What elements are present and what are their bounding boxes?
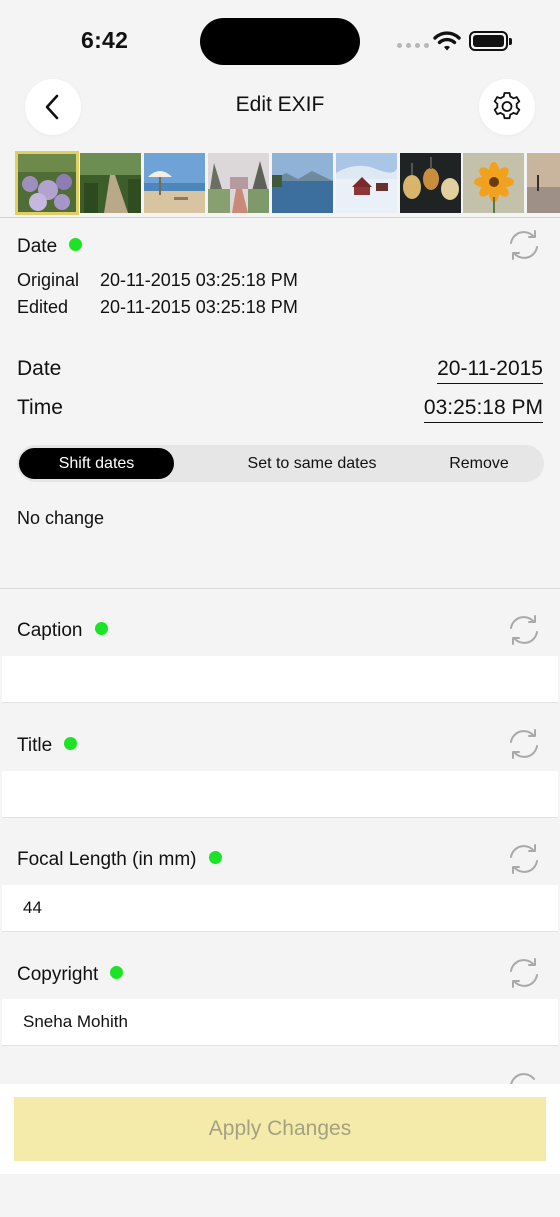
copyright-input[interactable]: Sneha Mohith	[2, 999, 558, 1046]
battery-icon	[469, 31, 512, 51]
thumbnail-snow-cabin[interactable]	[336, 153, 397, 213]
status-dot	[208, 851, 222, 864]
thumbnail-forest-path[interactable]	[80, 153, 141, 213]
lanterns-photo-icon	[400, 153, 461, 213]
caption-label: Caption	[17, 620, 108, 642]
thumbnail-sunset-beach[interactable]	[527, 153, 560, 213]
thumbnail-yellow-flower[interactable]	[463, 153, 524, 213]
original-date-row: Original 20-11-2015 03:25:18 PM	[17, 270, 298, 291]
title-label: Title	[17, 735, 78, 757]
tree-walkway-photo-icon	[208, 153, 269, 213]
wifi-icon	[433, 31, 461, 51]
copyright-label: Copyright	[17, 964, 124, 986]
thumbnail-beach-umbrella[interactable]	[144, 153, 205, 213]
focal-length-title: Focal Length (in mm)	[17, 849, 197, 870]
title-title: Title	[17, 735, 53, 756]
sync-icon[interactable]	[507, 728, 541, 760]
segment-set-same-dates[interactable]: Set to same dates	[204, 448, 420, 479]
date-section-title: Date	[17, 236, 58, 257]
date-picker[interactable]: 20-11-2015	[437, 357, 543, 384]
thumbnail-lake-mountain[interactable]	[272, 153, 333, 213]
segment-remove[interactable]: Remove	[425, 448, 533, 479]
divider	[0, 588, 560, 589]
status-bar: 6:42	[0, 0, 560, 80]
date-change-status: No change	[17, 508, 105, 528]
apply-changes-button[interactable]: Apply Changes	[14, 1097, 546, 1161]
status-dot	[110, 966, 124, 979]
caption-title: Caption	[17, 620, 83, 641]
focal-length-input[interactable]: 44	[2, 885, 558, 932]
snow-cabin-photo-icon	[336, 153, 397, 213]
beach-umbrella-photo-icon	[144, 153, 205, 213]
focal-length-label: Focal Length (in mm)	[17, 849, 222, 871]
edited-label: Edited	[17, 297, 69, 317]
status-dot	[69, 238, 83, 251]
date-label: Date	[17, 357, 62, 380]
photo-thumbnail-strip	[0, 151, 560, 215]
flowers-garden-photo-icon	[18, 154, 76, 212]
caption-input[interactable]	[2, 656, 558, 703]
time-picker[interactable]: 03:25:18 PM	[423, 396, 543, 423]
page-title: Edit EXIF	[235, 93, 325, 116]
sync-icon[interactable]	[507, 614, 541, 646]
forest-path-photo-icon	[80, 153, 141, 213]
dynamic-island	[200, 18, 360, 65]
cellular-signal-icon	[397, 43, 429, 48]
sync-icon[interactable]	[507, 957, 541, 989]
thumbnail-flowers-garden[interactable]	[15, 151, 79, 215]
gear-icon	[493, 92, 521, 120]
divider	[0, 217, 560, 218]
settings-button[interactable]	[479, 79, 535, 135]
status-dot	[94, 622, 108, 635]
status-dot	[64, 737, 78, 750]
copyright-title: Copyright	[17, 964, 99, 985]
original-label: Original	[17, 270, 80, 290]
segment-shift-dates[interactable]: Shift dates	[19, 448, 174, 479]
edited-value: 20-11-2015 03:25:18 PM	[100, 297, 298, 317]
title-input[interactable]	[2, 771, 558, 818]
time-label: Time	[17, 396, 63, 419]
status-time: 6:42	[81, 27, 129, 53]
sync-icon[interactable]	[507, 229, 541, 261]
yellow-flower-photo-icon	[463, 153, 524, 213]
edited-date-row: Edited 20-11-2015 03:25:18 PM	[17, 297, 298, 318]
original-value: 20-11-2015 03:25:18 PM	[100, 270, 298, 290]
thumbnail-lanterns[interactable]	[400, 153, 461, 213]
lake-mountain-photo-icon	[272, 153, 333, 213]
date-section-label: Date	[17, 236, 83, 258]
bottom-bar: Apply Changes	[0, 1084, 560, 1174]
sunset-beach-photo-icon	[527, 153, 560, 213]
sync-icon[interactable]	[507, 843, 541, 875]
date-mode-segmented-control: Shift dates Set to same dates Remove	[17, 445, 544, 482]
thumbnail-tree-walkway[interactable]	[208, 153, 269, 213]
